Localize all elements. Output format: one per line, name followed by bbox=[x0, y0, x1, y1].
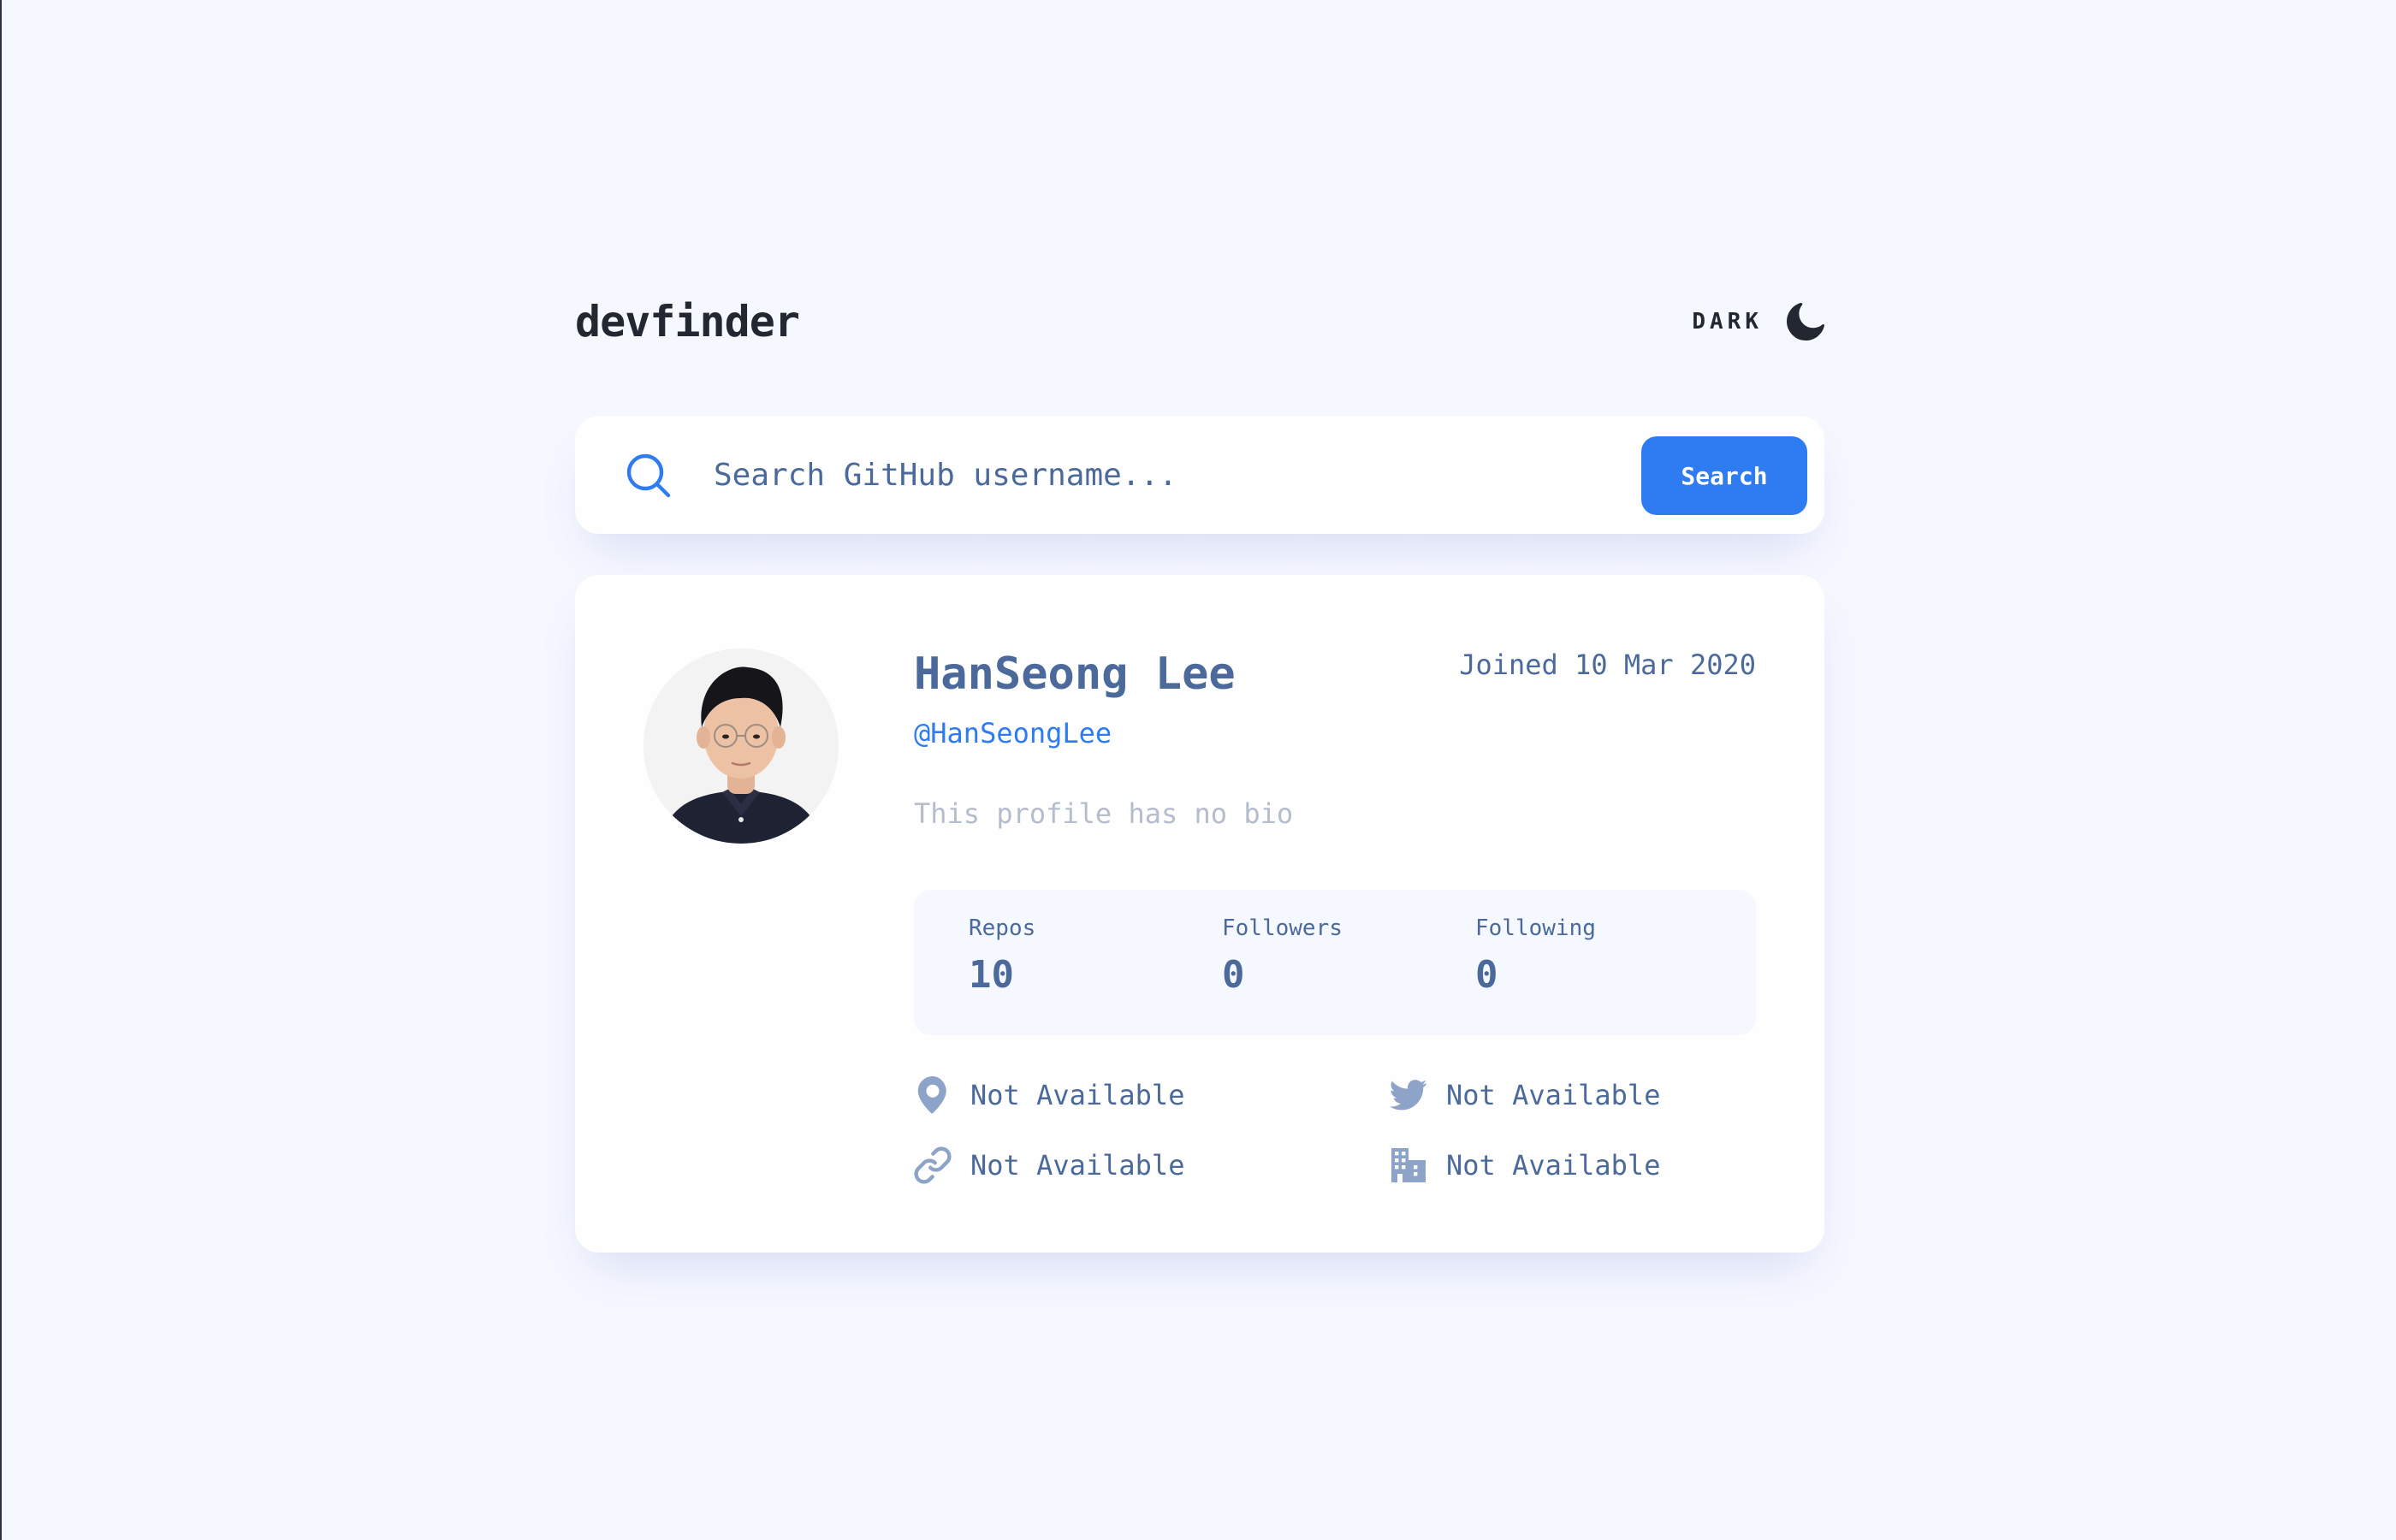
avatar bbox=[643, 649, 839, 844]
twitter-text: Not Available bbox=[1446, 1079, 1661, 1111]
search-button[interactable]: Search bbox=[1641, 436, 1807, 515]
stat-repos: Repos 10 bbox=[969, 915, 1035, 997]
location-item: Not Available bbox=[914, 1076, 1184, 1114]
avatar-image bbox=[643, 649, 839, 844]
blog-text: Not Available bbox=[970, 1149, 1185, 1182]
profile-name: HanSeong Lee bbox=[914, 649, 1236, 700]
theme-toggle[interactable]: DARK bbox=[1692, 303, 1824, 341]
profile-login-link[interactable]: @HanSeongLee bbox=[914, 717, 1112, 749]
stat-followers: Followers 0 bbox=[1222, 915, 1343, 997]
stat-following: Following 0 bbox=[1475, 915, 1596, 997]
search-icon bbox=[626, 453, 671, 498]
twitter-item: Not Available bbox=[1390, 1076, 1660, 1114]
joined-date: Joined 10 Mar 2020 bbox=[1459, 649, 1756, 681]
header: devfinder DARK bbox=[575, 291, 1824, 352]
company-item: Not Available bbox=[1390, 1146, 1660, 1184]
link-icon bbox=[914, 1146, 952, 1184]
stat-value: 0 bbox=[1475, 953, 1498, 997]
stat-label: Following bbox=[1475, 915, 1596, 941]
twitter-icon bbox=[1390, 1080, 1427, 1111]
profile-card: HanSeong Lee Joined 10 Mar 2020 @HanSeon… bbox=[575, 575, 1824, 1253]
stat-value: 0 bbox=[1222, 953, 1245, 997]
building-icon bbox=[1391, 1148, 1426, 1182]
stat-label: Repos bbox=[969, 915, 1036, 941]
window-edge bbox=[0, 0, 2, 1540]
stat-label: Followers bbox=[1222, 915, 1343, 941]
moon-icon bbox=[1787, 303, 1824, 341]
location-pin-icon bbox=[917, 1076, 946, 1114]
search-input[interactable] bbox=[714, 447, 1569, 503]
location-text: Not Available bbox=[970, 1079, 1185, 1111]
stat-value: 10 bbox=[969, 953, 1014, 997]
theme-toggle-label: DARK bbox=[1692, 309, 1763, 335]
blog-item: Not Available bbox=[914, 1146, 1184, 1184]
stats-panel: Repos 10 Followers 0 Following 0 bbox=[914, 890, 1756, 1035]
search-bar: Search bbox=[575, 416, 1824, 534]
profile-bio: This profile has no bio bbox=[914, 797, 1294, 830]
logo: devfinder bbox=[575, 297, 800, 346]
company-text: Not Available bbox=[1446, 1149, 1661, 1182]
app-container: devfinder DARK Search GitHub username...… bbox=[575, 291, 1824, 1253]
